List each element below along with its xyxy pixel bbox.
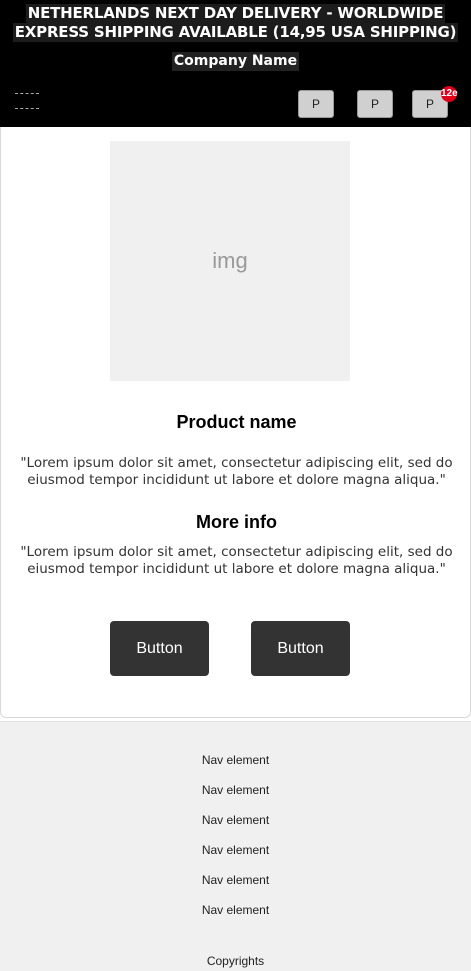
product-description: "Lorem ipsum dolor sit amet, consectetur… — [1, 455, 471, 489]
header: NETHERLANDS NEXT DAY DELIVERY - WORLDWID… — [0, 0, 471, 127]
more-info-text: "Lorem ipsum dolor sit amet, consectetur… — [1, 544, 471, 578]
product-image: img — [110, 141, 350, 381]
product-description-line-2: eiusmod tempor incididunt ut labore et d… — [27, 472, 446, 488]
footer-nav-item[interactable]: Nav element — [0, 753, 471, 767]
footer-nav-item[interactable]: Nav element — [0, 873, 471, 887]
product-card: img Product name "Lorem ipsum dolor sit … — [0, 127, 471, 718]
secondary-button[interactable]: Button — [251, 621, 350, 676]
footer-nav-item[interactable]: Nav element — [0, 843, 471, 857]
company-name-wrap: Company Name — [0, 52, 471, 71]
primary-button[interactable]: Button — [110, 621, 209, 676]
product-description-line-1: "Lorem ipsum dolor sit amet, consectetur… — [20, 455, 453, 471]
banner-line-2: EXPRESS SHIPPING AVAILABLE (14,95 USA SH… — [12, 23, 459, 42]
company-name[interactable]: Company Name — [171, 52, 300, 71]
copyright: Copyrights — [206, 954, 265, 968]
banner-line-1: NETHERLANDS NEXT DAY DELIVERY - WORLDWID… — [25, 4, 446, 23]
footer-nav-item[interactable]: Nav element — [0, 813, 471, 827]
footer-nav-item[interactable]: Nav element — [0, 783, 471, 797]
more-info-title: More info — [196, 512, 277, 532]
more-info-line-2: eiusmod tempor incididunt ut labore et d… — [27, 561, 446, 577]
more-info-line-1: "Lorem ipsum dolor sit amet, consectetur… — [20, 544, 453, 560]
cart-badge: 12e — [441, 86, 458, 102]
shipping-banner: NETHERLANDS NEXT DAY DELIVERY - WORLDWID… — [0, 4, 471, 42]
footer-nav-item[interactable]: Nav element — [0, 903, 471, 917]
menu-icon[interactable] — [15, 93, 39, 115]
header-button-1[interactable]: P — [298, 90, 334, 118]
footer: Nav element Nav element Nav element Nav … — [0, 721, 471, 971]
product-name: Product name — [176, 412, 297, 432]
header-button-2[interactable]: P — [357, 90, 393, 118]
